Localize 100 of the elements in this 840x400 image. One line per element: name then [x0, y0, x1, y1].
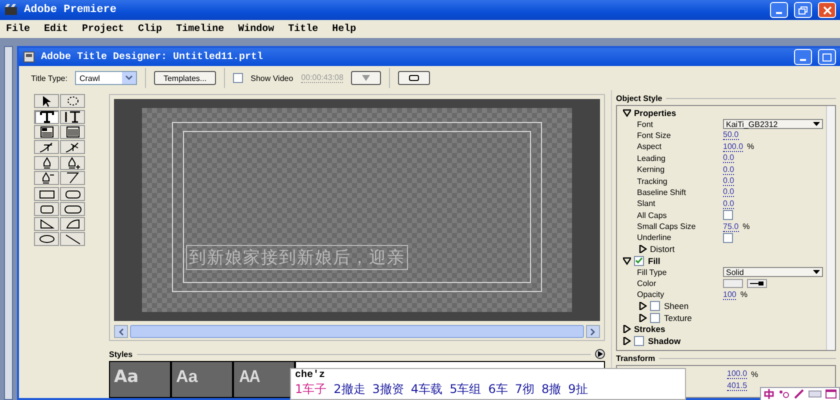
color-swatch[interactable] — [723, 279, 743, 288]
tool-button[interactable] — [34, 110, 59, 124]
ime-candidate[interactable]: 6车 — [488, 381, 508, 398]
show-video-checkbox[interactable] — [232, 73, 243, 83]
property-value[interactable]: 100.0 — [723, 142, 744, 152]
property-value[interactable]: 0.0 — [723, 198, 734, 209]
subsection-label[interactable]: Distort — [650, 244, 675, 254]
expand-triangle-icon[interactable] — [639, 245, 647, 254]
property-dropdown[interactable]: Solid — [723, 267, 823, 278]
brush-icon[interactable] — [792, 389, 805, 399]
section-label[interactable]: Properties — [634, 108, 676, 118]
option-checkbox[interactable] — [650, 312, 660, 323]
property-value[interactable]: 0.0 — [723, 153, 734, 164]
menu-item[interactable]: File — [6, 24, 30, 34]
tool-button[interactable] — [34, 125, 59, 139]
film-clapper-icon — [4, 4, 18, 16]
dropdown-caret-icon — [813, 270, 820, 274]
tool-button[interactable] — [34, 202, 59, 216]
collapse-triangle-icon[interactable] — [623, 256, 631, 265]
eyedropper-icon — [750, 281, 764, 286]
ime-candidate[interactable]: 9扯 — [568, 381, 588, 398]
ime-candidate[interactable]: 5车组 — [450, 381, 482, 398]
property-value[interactable]: 100 — [723, 290, 736, 300]
tool-button[interactable] — [60, 125, 85, 139]
menu-item[interactable]: Help — [332, 24, 356, 34]
property-checkbox[interactable] — [723, 232, 733, 243]
subsection-label[interactable]: Sheen — [664, 301, 689, 312]
punctuation-icon[interactable] — [778, 389, 790, 399]
tool-button[interactable] — [34, 156, 59, 170]
tool-button[interactable] — [34, 171, 59, 185]
property-value[interactable]: 75.0 — [723, 222, 739, 232]
title-type-dropdown[interactable]: Crawl — [75, 71, 138, 85]
tool-button[interactable] — [60, 140, 85, 154]
property-value[interactable]: 100.0 — [727, 369, 748, 379]
style-swatch[interactable]: AA — [234, 362, 296, 397]
vertical-scrollbar[interactable] — [826, 106, 835, 350]
styles-menu-button[interactable] — [595, 349, 605, 359]
ime-candidate[interactable]: 2撤走 — [334, 381, 366, 398]
tool-button[interactable] — [60, 171, 85, 185]
property-checkbox[interactable] — [723, 210, 733, 220]
menu-item[interactable]: Project — [82, 24, 124, 34]
tool-button[interactable] — [34, 217, 59, 231]
menu-item[interactable]: Window — [238, 24, 274, 34]
style-swatch[interactable]: Aa — [110, 362, 172, 397]
tool-button[interactable] — [60, 232, 85, 246]
tool-button[interactable] — [60, 156, 85, 170]
subsection-label[interactable]: Texture — [664, 312, 692, 323]
eyedropper-button[interactable] — [747, 279, 767, 288]
ime-candidate[interactable]: 7彻 — [514, 381, 534, 398]
minimize-button[interactable] — [770, 2, 788, 18]
tool-button[interactable] — [60, 217, 85, 231]
collapse-triangle-icon[interactable] — [623, 108, 631, 117]
rectangle-icon — [36, 188, 56, 200]
property-label: Small Caps Size — [637, 222, 697, 232]
ime-candidate[interactable]: 1车子 — [295, 381, 327, 398]
minimize-button[interactable] — [794, 49, 812, 65]
tool-button[interactable] — [60, 187, 85, 201]
tool-button[interactable] — [60, 94, 85, 108]
scroll-left-button[interactable] — [114, 325, 128, 338]
property-value[interactable]: 401.5 — [727, 381, 748, 391]
property-label: Opacity — [637, 290, 666, 300]
property-value[interactable]: 50.0 — [723, 130, 739, 140]
tool-button[interactable] — [34, 187, 59, 201]
down-arrow-button[interactable] — [351, 71, 382, 85]
ime-candidate[interactable]: 3撤资 — [372, 381, 404, 398]
safe-frame-button[interactable] — [398, 71, 430, 85]
menu-item[interactable]: Timeline — [176, 24, 224, 34]
tool-button[interactable] — [34, 140, 59, 154]
property-value[interactable]: 0.0 — [723, 164, 734, 175]
ime-candidate[interactable]: 4车载 — [410, 381, 443, 398]
swatch-sample-text: AA — [239, 367, 260, 387]
menu-item[interactable]: Edit — [44, 24, 68, 34]
section-label[interactable]: Fill — [648, 256, 660, 266]
rounded-rectangle-icon — [62, 188, 82, 200]
option-checkbox[interactable] — [650, 301, 660, 312]
chinese-mode-icon[interactable] — [762, 389, 775, 399]
maximize-button[interactable] — [818, 49, 836, 65]
scroll-right-button[interactable] — [586, 325, 600, 338]
section-label[interactable]: Shadow — [648, 336, 681, 346]
menu-item[interactable]: Clip — [138, 24, 162, 34]
close-button[interactable] — [818, 2, 836, 18]
section-checkbox[interactable] — [634, 336, 644, 346]
templates-button[interactable]: Templates... — [154, 71, 216, 85]
property-value[interactable]: 0.0 — [723, 176, 734, 186]
style-swatch[interactable]: Aa — [172, 362, 234, 397]
tool-button[interactable] — [60, 202, 85, 216]
ime-candidate[interactable]: 8撤 — [541, 381, 562, 398]
scrollbar-thumb[interactable] — [130, 325, 584, 338]
tool-button[interactable] — [60, 110, 85, 124]
restore-button[interactable] — [794, 2, 812, 18]
menu-item[interactable]: Title — [288, 24, 318, 34]
keyboard-icon[interactable] — [808, 389, 822, 399]
property-dropdown[interactable]: KaiTi_GB2312 — [723, 119, 823, 130]
vertical-text-icon — [62, 111, 82, 123]
section-checkbox[interactable] — [634, 256, 644, 266]
section-label[interactable]: Strokes — [634, 324, 666, 334]
tool-button[interactable] — [34, 94, 59, 108]
tool-button[interactable] — [34, 232, 59, 246]
property-value[interactable]: 0.0 — [723, 187, 734, 198]
window-icon[interactable] — [825, 389, 838, 399]
